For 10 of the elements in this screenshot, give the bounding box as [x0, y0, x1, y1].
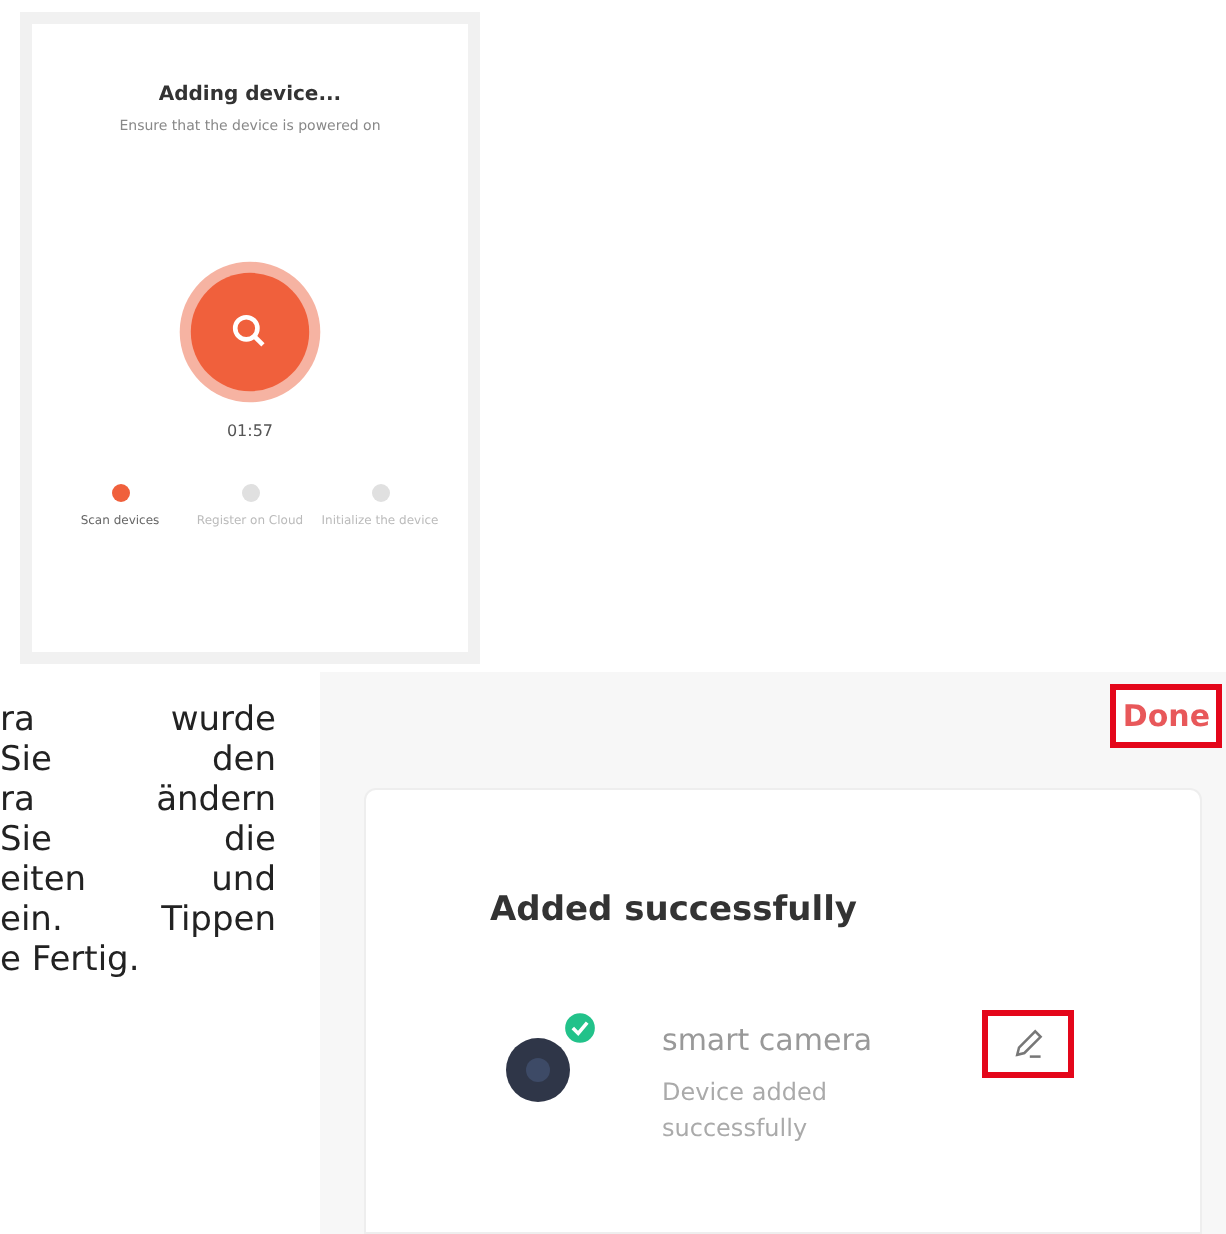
timer: 01:57 [226, 422, 274, 440]
done-button[interactable]: Done [1110, 684, 1222, 748]
device-name: smart camera [662, 1022, 875, 1058]
device-status: Device added successfully [662, 1076, 829, 1146]
edit-button[interactable] [982, 1010, 1074, 1078]
pencil-icon [1010, 1026, 1046, 1062]
screen-title: Adding device... [158, 84, 342, 106]
result-title: Added successfully [490, 890, 859, 930]
instruction-text: ra wurde Sie den ra ändern Sie die eiten und ein. Tippen e Fertig. [0, 700, 276, 984]
search-button-icon [176, 258, 324, 406]
